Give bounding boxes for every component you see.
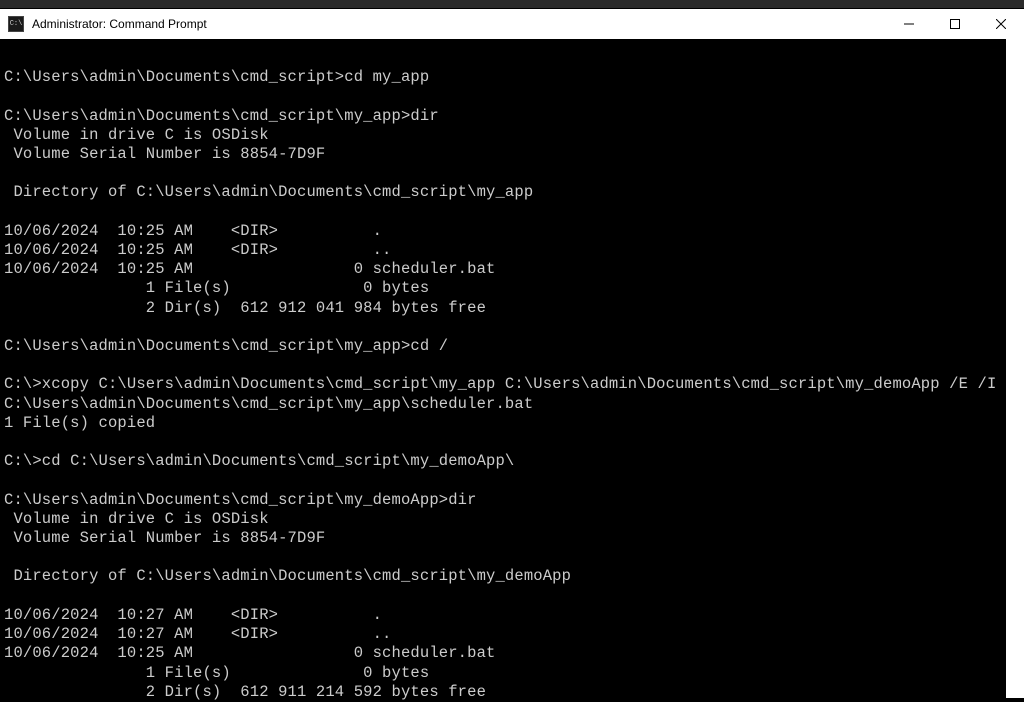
terminal-output[interactable]: C:\Users\admin\Documents\cmd_script>cd m… <box>0 39 1024 698</box>
terminal-line: 10/06/2024 10:27 AM <DIR> .. <box>4 625 1020 644</box>
terminal-line: 10/06/2024 10:25 AM 0 scheduler.bat <box>4 644 1020 663</box>
terminal-line: 10/06/2024 10:25 AM <DIR> . <box>4 222 1020 241</box>
terminal-line: C:\Users\admin\Documents\cmd_script\my_a… <box>4 107 1020 126</box>
terminal-line <box>4 356 1020 375</box>
terminal-line: Directory of C:\Users\admin\Documents\cm… <box>4 183 1020 202</box>
terminal-line: 10/06/2024 10:25 AM 0 scheduler.bat <box>4 260 1020 279</box>
terminal-line <box>4 548 1020 567</box>
terminal-line: C:\Users\admin\Documents\cmd_script\my_a… <box>4 337 1020 356</box>
terminal-line: C:\>xcopy C:\Users\admin\Documents\cmd_s… <box>4 375 1020 394</box>
terminal-line <box>4 318 1020 337</box>
window-controls <box>886 9 1024 39</box>
terminal-line: Volume Serial Number is 8854-7D9F <box>4 145 1020 164</box>
terminal-line <box>4 471 1020 490</box>
terminal-line: 2 Dir(s) 612 911 214 592 bytes free <box>4 683 1020 702</box>
terminal-line: 2 Dir(s) 612 912 041 984 bytes free <box>4 299 1020 318</box>
terminal-line <box>4 203 1020 222</box>
terminal-line: C:\>cd C:\Users\admin\Documents\cmd_scri… <box>4 452 1020 471</box>
maximize-button[interactable] <box>932 9 978 39</box>
terminal-line: 1 File(s) copied <box>4 414 1020 433</box>
window-title: Administrator: Command Prompt <box>32 17 886 31</box>
terminal-line: Volume in drive C is OSDisk <box>4 126 1020 145</box>
terminal-line <box>4 87 1020 106</box>
terminal-line: Directory of C:\Users\admin\Documents\cm… <box>4 567 1020 586</box>
terminal-line: C:\Users\admin\Documents\cmd_script\my_d… <box>4 491 1020 510</box>
browser-tab-strip <box>0 0 1024 9</box>
terminal-line: Volume Serial Number is 8854-7D9F <box>4 529 1020 548</box>
terminal-line <box>4 49 1020 68</box>
window-right-edge <box>1006 9 1024 698</box>
terminal-line: 1 File(s) 0 bytes <box>4 279 1020 298</box>
terminal-line: Volume in drive C is OSDisk <box>4 510 1020 529</box>
terminal-line: 1 File(s) 0 bytes <box>4 664 1020 683</box>
terminal-line <box>4 587 1020 606</box>
window-titlebar[interactable]: C:\ Administrator: Command Prompt <box>0 9 1024 39</box>
terminal-line: C:\Users\admin\Documents\cmd_script>cd m… <box>4 68 1020 87</box>
minimize-button[interactable] <box>886 9 932 39</box>
cmd-app-icon: C:\ <box>8 16 24 32</box>
terminal-line: 10/06/2024 10:25 AM <DIR> .. <box>4 241 1020 260</box>
terminal-line: 10/06/2024 10:27 AM <DIR> . <box>4 606 1020 625</box>
terminal-line: C:\Users\admin\Documents\cmd_script\my_a… <box>4 395 1020 414</box>
terminal-line <box>4 433 1020 452</box>
terminal-line <box>4 164 1020 183</box>
